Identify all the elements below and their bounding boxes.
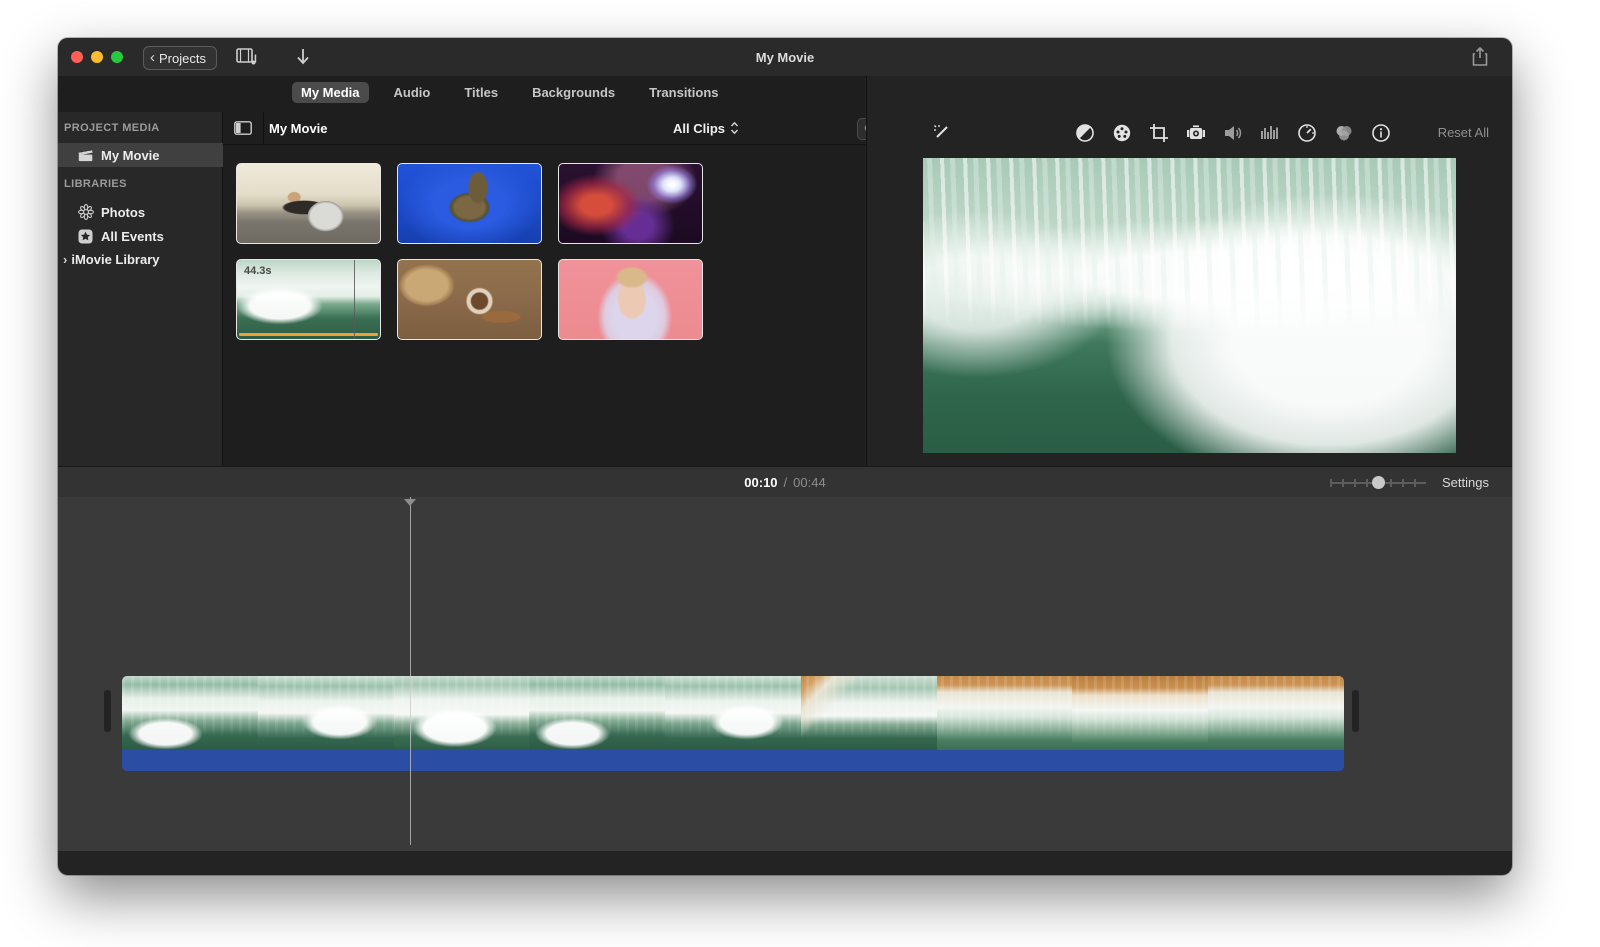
timeline-settings-button[interactable]: Settings xyxy=(1442,467,1489,498)
sidebar-item-label: Photos xyxy=(101,205,145,220)
timeline-zoom-slider[interactable] xyxy=(1330,476,1426,489)
star-badge-icon xyxy=(77,229,94,244)
playhead-line[interactable] xyxy=(410,497,411,845)
timeline-area[interactable]: ♫ xyxy=(58,497,1512,851)
clip-thumbnail-nuts-coffee[interactable] xyxy=(397,259,542,340)
projects-button-label: Projects xyxy=(159,51,206,66)
filmstrip-frame xyxy=(801,676,937,750)
current-time: 00:10 xyxy=(744,475,777,490)
stabilization-camera-icon[interactable] xyxy=(1184,121,1208,145)
sidebar: PROJECT MEDIA My Movie LIBRARIES xyxy=(58,112,223,466)
close-window-button[interactable] xyxy=(71,51,83,63)
timeline-toolbar: 00:10 / 00:44 Settings xyxy=(58,466,1512,498)
clip-filter-label: All Clips xyxy=(673,121,725,136)
screen: ‹ Projects My Movie xyxy=(0,0,1600,947)
playhead-handle[interactable] xyxy=(404,499,416,506)
projects-back-button[interactable]: ‹ Projects xyxy=(143,46,217,70)
timecode-display: 00:10 / 00:44 xyxy=(58,467,1512,498)
sidebar-item-label: My Movie xyxy=(101,148,160,163)
timeline-clip-ocean-waves[interactable] xyxy=(122,676,1344,771)
clip-filter-dropdown[interactable]: All Clips xyxy=(673,112,739,144)
total-duration: 00:44 xyxy=(793,475,826,490)
browser-title: My Movie xyxy=(269,112,328,144)
reset-all-button[interactable]: Reset All xyxy=(1438,125,1489,140)
sidebar-item-imovie-library[interactable]: › iMovie Library xyxy=(58,247,227,271)
up-down-chevrons-icon xyxy=(730,121,739,135)
sidebar-item-label: iMovie Library xyxy=(71,252,159,267)
filmstrip-frame xyxy=(1072,676,1208,750)
color-balance-icon[interactable] xyxy=(1073,121,1097,145)
disclosure-chevron-icon[interactable]: › xyxy=(63,252,67,267)
clip-filmstrip xyxy=(122,676,1344,750)
sidebar-item-my-movie[interactable]: My Movie xyxy=(58,143,241,167)
clapperboard-icon xyxy=(77,148,94,163)
sidebar-item-all-events[interactable]: All Events xyxy=(58,224,241,248)
zoom-slider-thumb[interactable] xyxy=(1372,476,1385,489)
volume-icon[interactable] xyxy=(1221,121,1245,145)
filmstrip-frame xyxy=(258,676,394,750)
media-browser: My Movie All Clips xyxy=(223,112,865,466)
used-in-project-indicator xyxy=(239,333,378,336)
minimize-window-button[interactable] xyxy=(91,51,103,63)
skimmer-playhead xyxy=(354,260,355,339)
clip-right-trim-handle[interactable] xyxy=(1352,690,1359,732)
speed-icon[interactable] xyxy=(1295,121,1319,145)
sidebar-item-photos[interactable]: Photos xyxy=(58,200,241,224)
browser-header: My Movie All Clips xyxy=(223,112,865,145)
tab-transitions[interactable]: Transitions xyxy=(640,82,727,103)
clip-left-trim-handle[interactable] xyxy=(104,690,111,732)
photos-pinwheel-icon xyxy=(77,205,94,220)
filmstrip-frame xyxy=(1208,676,1344,750)
clip-thumbnail-nebula[interactable] xyxy=(558,163,703,244)
media-browser-icon[interactable] xyxy=(230,44,264,70)
zoom-window-button[interactable] xyxy=(111,51,123,63)
clip-thumbnail-portrait[interactable] xyxy=(558,259,703,340)
import-down-arrow-icon[interactable] xyxy=(286,44,320,70)
tab-my-media[interactable]: My Media xyxy=(292,82,369,103)
color-correction-icon[interactable] xyxy=(1110,121,1134,145)
window-title: My Movie xyxy=(58,38,1512,76)
filmstrip-frame xyxy=(529,676,665,750)
filmstrip-frame xyxy=(665,676,801,750)
preview-pane: Reset All xyxy=(866,76,1512,466)
crop-icon[interactable] xyxy=(1147,121,1171,145)
info-icon[interactable] xyxy=(1369,121,1393,145)
clip-filters-icon[interactable] xyxy=(1332,121,1356,145)
clip-duration-badge: 44.3s xyxy=(244,265,272,277)
titlebar: ‹ Projects My Movie xyxy=(58,38,1512,77)
filmstrip-frame xyxy=(937,676,1073,750)
tab-audio[interactable]: Audio xyxy=(385,82,440,103)
imovie-window: ‹ Projects My Movie xyxy=(58,38,1512,875)
tab-titles[interactable]: Titles xyxy=(455,82,507,103)
media-tabs: My Media Audio Titles Backgrounds Transi… xyxy=(292,82,728,103)
project-media-header: PROJECT MEDIA xyxy=(64,122,160,134)
tab-backgrounds[interactable]: Backgrounds xyxy=(523,82,624,103)
filmstrip-frame xyxy=(122,676,258,750)
back-chevron-icon: ‹ xyxy=(150,50,155,65)
clip-audio-waveform xyxy=(122,750,1344,771)
sidebar-toggle-button[interactable] xyxy=(223,112,264,144)
auto-enhance-wand-icon[interactable] xyxy=(929,121,953,145)
clip-thumbnail-ocean-waves[interactable]: 44.3s xyxy=(236,259,381,340)
adjust-toolbar xyxy=(1073,121,1393,145)
libraries-header: LIBRARIES xyxy=(64,178,127,190)
preview-video-viewer[interactable] xyxy=(923,158,1456,453)
clip-thumbnail-exercise-ball[interactable] xyxy=(236,163,381,244)
filmstrip-frame xyxy=(394,676,530,750)
noise-reduction-icon[interactable] xyxy=(1258,121,1282,145)
sidebar-item-label: All Events xyxy=(101,229,164,244)
sidebar-toggle-icon xyxy=(234,121,252,135)
share-icon[interactable] xyxy=(1470,46,1490,68)
time-separator: / xyxy=(784,475,788,490)
clip-thumbnail-sea-turtle[interactable] xyxy=(397,163,542,244)
